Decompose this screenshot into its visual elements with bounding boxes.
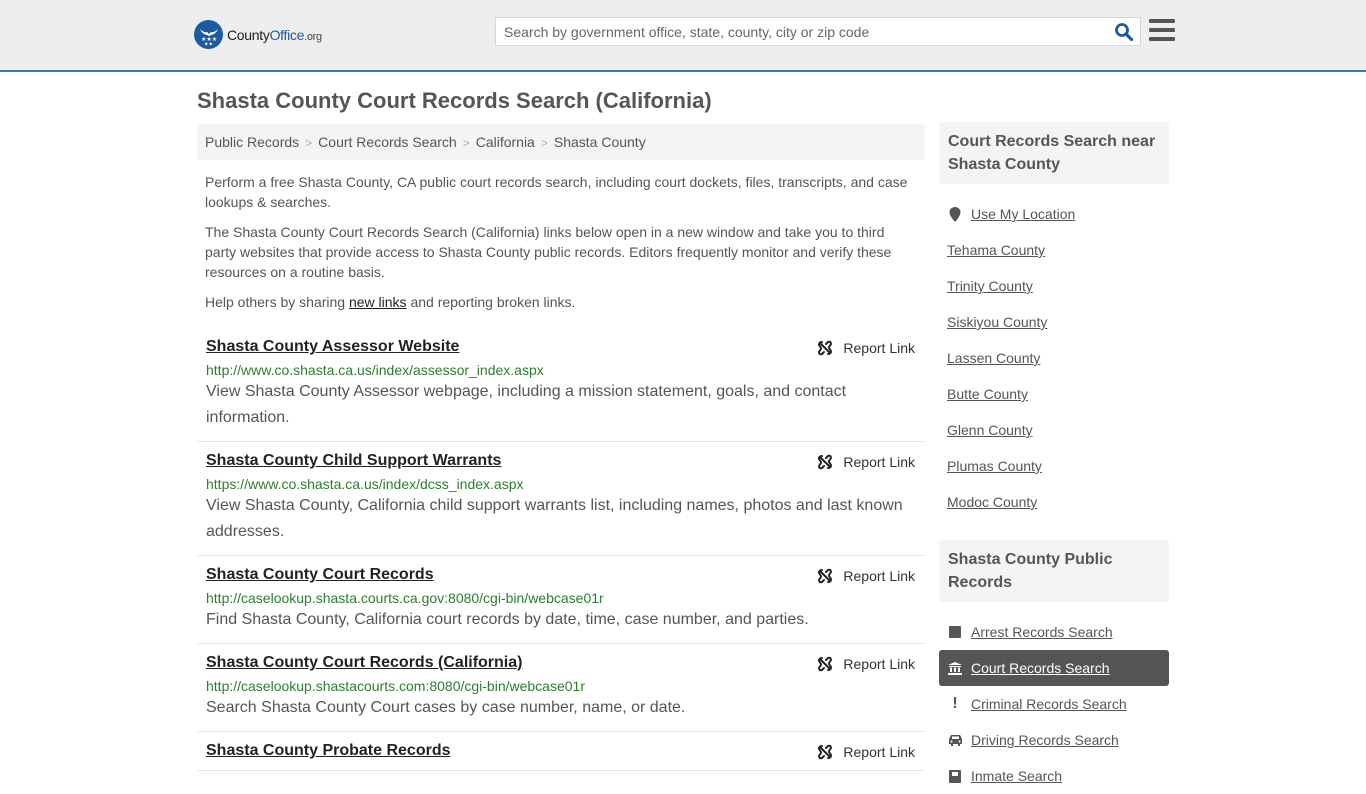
result-item: Shasta County Court Records (California)… xyxy=(197,644,925,732)
county-link-siskiyou[interactable]: Siskiyou County xyxy=(947,314,1047,330)
search-icon[interactable] xyxy=(1114,22,1134,42)
public-records-item-driving[interactable]: Driving Records Search xyxy=(939,722,1169,758)
nearby-county-item[interactable]: Lassen County xyxy=(939,340,1169,376)
intro-text: Perform a free Shasta County, CA public … xyxy=(197,172,925,312)
broken-link-icon xyxy=(818,340,833,356)
search-input[interactable] xyxy=(496,18,1096,45)
use-my-location-link[interactable]: Use My Location xyxy=(971,206,1075,222)
intro-paragraph-1: Perform a free Shasta County, CA public … xyxy=(205,174,908,210)
nearby-county-item[interactable]: Tehama County xyxy=(939,232,1169,268)
nearby-county-item[interactable]: Modoc County xyxy=(939,484,1169,520)
result-description: Find Shasta County, California court rec… xyxy=(206,611,809,628)
car-icon xyxy=(947,734,963,746)
breadcrumb-public-records[interactable]: Public Records xyxy=(205,134,299,150)
result-item: Shasta County Child Support Warrants Rep… xyxy=(197,442,925,556)
county-link-glenn[interactable]: Glenn County xyxy=(947,422,1033,438)
result-url: http://caselookup.shastacourts.com:8080/… xyxy=(206,678,585,694)
broken-link-icon xyxy=(818,744,833,760)
intro-paragraph-3: Help others by sharing new links and rep… xyxy=(205,294,576,310)
result-url: http://www.co.shasta.ca.us/index/assesso… xyxy=(206,362,544,378)
eagle-stars-logo-icon: ★★★ ★★ xyxy=(194,20,223,49)
report-link-button[interactable]: Report Link xyxy=(817,656,915,672)
report-link-button[interactable]: Report Link xyxy=(817,744,915,760)
public-records-item-court[interactable]: Court Records Search xyxy=(939,650,1169,686)
broken-link-icon xyxy=(818,656,833,672)
nearby-county-item[interactable]: Plumas County xyxy=(939,448,1169,484)
use-my-location[interactable]: Use My Location xyxy=(939,196,1169,232)
logo-link[interactable]: ★★★ ★★ CountyOffice.org xyxy=(194,20,322,49)
public-records-heading: Shasta County Public Records xyxy=(939,540,1169,602)
exclamation-icon: ! xyxy=(952,695,958,712)
result-title-link[interactable]: Shasta County Assessor Website xyxy=(206,338,459,356)
results-list: Shasta County Assessor Website Report Li… xyxy=(197,328,925,771)
public-records-item-arrest[interactable]: Arrest Records Search xyxy=(939,614,1169,650)
breadcrumb-california[interactable]: California xyxy=(476,134,535,150)
main-content: Public Records > Court Records Search > Cali… xyxy=(197,124,925,771)
breadcrumb-separator: > xyxy=(540,136,548,150)
broken-link-icon xyxy=(818,568,833,584)
result-title-link[interactable]: Shasta County Child Support Warrants xyxy=(206,452,501,470)
result-url: http://caselookup.shasta.courts.ca.gov:8… xyxy=(206,590,604,606)
public-records-item-inmate[interactable]: Inmate Search xyxy=(939,758,1169,794)
nearby-county-item[interactable]: Siskiyou County xyxy=(939,304,1169,340)
nearby-county-item[interactable]: Glenn County xyxy=(939,412,1169,448)
result-title-link[interactable]: Shasta County Court Records (California) xyxy=(206,654,522,672)
result-description: Search Shasta County Court cases by case… xyxy=(206,699,686,716)
result-description: View Shasta County, California child sup… xyxy=(206,497,903,540)
page-title: Shasta County Court Records Search (Cali… xyxy=(197,88,712,113)
svg-text:★★: ★★ xyxy=(204,41,213,46)
county-link-modoc[interactable]: Modoc County xyxy=(947,494,1037,510)
county-link-butte[interactable]: Butte County xyxy=(947,386,1028,402)
county-link-lassen[interactable]: Lassen County xyxy=(947,350,1040,366)
report-link-button[interactable]: Report Link xyxy=(817,454,915,470)
breadcrumb-separator: > xyxy=(462,136,470,150)
result-url: https://www.co.shasta.ca.us/index/dcss_i… xyxy=(206,476,524,492)
breadcrumb-shasta-county[interactable]: Shasta County xyxy=(554,134,646,150)
logo-text: CountyOffice.org xyxy=(227,26,322,43)
nearby-county-list: Use My Location Tehama County Trinity Co… xyxy=(939,196,1169,520)
courthouse-icon xyxy=(947,661,963,675)
result-item: Shasta County Probate Records Report Lin… xyxy=(197,732,925,771)
report-link-button[interactable]: Report Link xyxy=(817,568,915,584)
county-link-plumas[interactable]: Plumas County xyxy=(947,458,1042,474)
public-records-list: Arrest Records Search Court Records Sear… xyxy=(939,614,1169,794)
hamburger-menu-icon[interactable] xyxy=(1149,19,1175,42)
result-item: Shasta County Court Records Report Link … xyxy=(197,556,925,644)
square-icon xyxy=(947,626,963,638)
result-item: Shasta County Assessor Website Report Li… xyxy=(197,328,925,442)
nearby-county-item[interactable]: Trinity County xyxy=(939,268,1169,304)
breadcrumb-court-records-search[interactable]: Court Records Search xyxy=(318,134,457,150)
breadcrumb-separator: > xyxy=(305,136,313,150)
breadcrumb: Public Records > Court Records Search > Cali… xyxy=(197,124,925,160)
nearby-county-item[interactable]: Butte County xyxy=(939,376,1169,412)
result-title-link[interactable]: Shasta County Court Records xyxy=(206,566,434,584)
result-title-link[interactable]: Shasta County Probate Records xyxy=(206,742,451,760)
sidebar: Court Records Search near Shasta County … xyxy=(939,122,1169,794)
report-link-button[interactable]: Report Link xyxy=(817,340,915,356)
inmate-icon xyxy=(947,769,963,783)
search-box xyxy=(495,17,1141,46)
site-header: ★★★ ★★ CountyOffice.org xyxy=(0,0,1366,72)
new-links-link[interactable]: new links xyxy=(349,294,407,310)
result-description: View Shasta County Assessor webpage, inc… xyxy=(206,383,847,426)
intro-paragraph-2: The Shasta County Court Records Search (… xyxy=(205,224,892,280)
nearby-heading: Court Records Search near Shasta County xyxy=(939,122,1169,184)
county-link-trinity[interactable]: Trinity County xyxy=(947,278,1033,294)
public-records-item-criminal[interactable]: ! Criminal Records Search xyxy=(939,686,1169,722)
map-marker-icon xyxy=(947,206,963,222)
county-link-tehama[interactable]: Tehama County xyxy=(947,242,1045,258)
broken-link-icon xyxy=(818,454,833,470)
